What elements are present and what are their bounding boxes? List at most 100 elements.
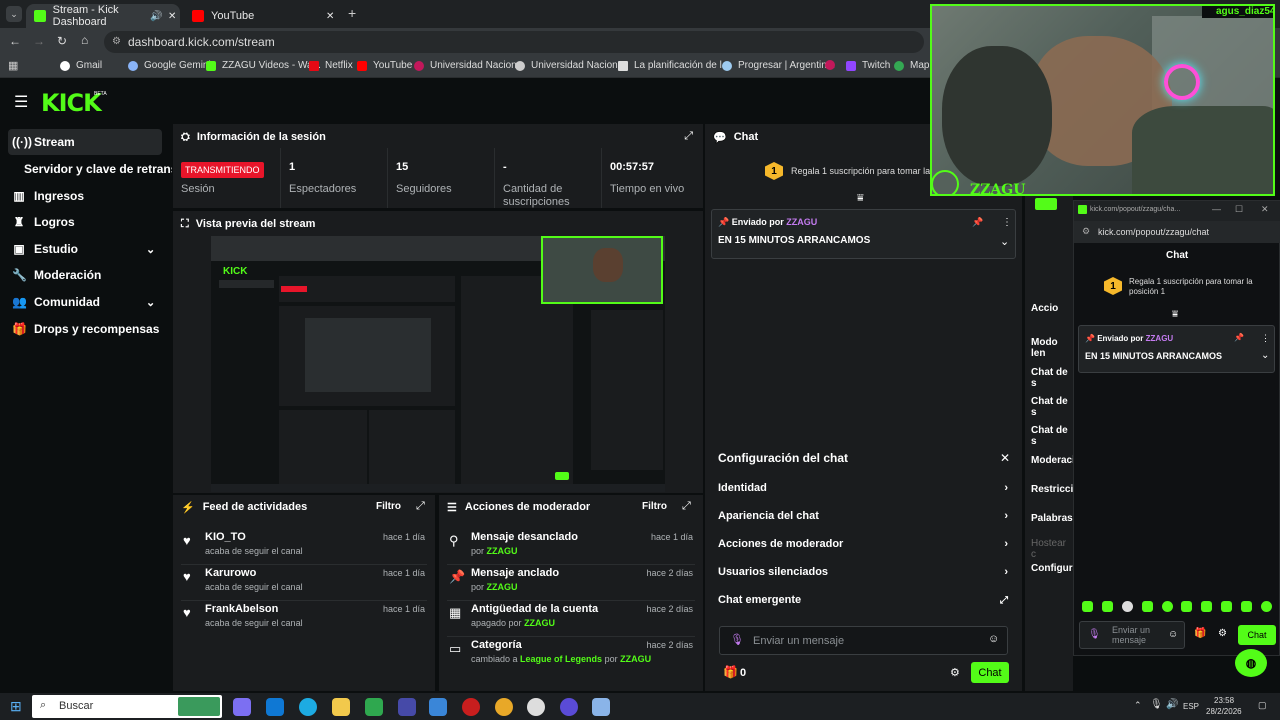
discord-like-icon[interactable] (560, 698, 578, 716)
store-icon[interactable] (429, 698, 447, 716)
config-item-identidad[interactable]: Identidad › (718, 478, 1008, 498)
action-item[interactable]: Configura (1031, 563, 1078, 574)
gift-icon[interactable]: 🎁 (723, 665, 738, 679)
sidebar-item-estudio[interactable]: ▣ Estudio ⌄ (8, 236, 162, 262)
close-tab-icon[interactable]: ✕ (326, 11, 334, 22)
site-info-icon[interactable]: ⚙ (112, 31, 121, 53)
outlook-icon[interactable] (266, 698, 284, 716)
bookmark-unla-2[interactable]: Universidad Nacion... (515, 60, 626, 71)
floating-help-button[interactable]: ◍ (1235, 649, 1267, 677)
apps-icon[interactable]: ▦ (8, 59, 18, 72)
notification-icon[interactable]: ▢ (1258, 700, 1267, 711)
url-field[interactable]: ⚙ dashboard.kick.com/stream (104, 31, 924, 53)
windows-start-icon[interactable]: ⊞ (10, 698, 22, 715)
action-item[interactable]: Modo len (1031, 337, 1073, 359)
expand-icon[interactable]: ⤢ (684, 130, 693, 143)
chevron-down-icon[interactable]: ⌄ (1000, 235, 1009, 248)
stream-preview-video[interactable]: KICK (211, 236, 665, 492)
emoji-icon[interactable]: ☺ (988, 633, 999, 645)
green-toggle[interactable] (1035, 198, 1057, 210)
tab-list-button[interactable]: ⌄ (6, 6, 22, 22)
copilot-icon[interactable] (233, 698, 251, 716)
settings-icon[interactable]: ⚙ (950, 666, 960, 679)
emote-icon[interactable] (1101, 601, 1113, 612)
sidebar-item-drops[interactable]: 🎁 Drops y recompensas (8, 316, 162, 342)
kick-logo[interactable]: KICK (41, 89, 102, 117)
obs-icon[interactable] (527, 698, 545, 716)
gift-subs-banner[interactable]: 1 Regala 1 suscripción para tomar la (765, 162, 930, 180)
emote-icon[interactable] (1181, 601, 1193, 612)
mic-icon[interactable]: 🎙 (1088, 629, 1101, 640)
mic-tray-icon[interactable]: 🎙 (1150, 699, 1163, 710)
bookmark-progresar[interactable]: Progresar | Argentin... (722, 60, 835, 71)
config-item-silenciados[interactable]: Usuarios silenciados › (718, 562, 1008, 582)
clock-time[interactable]: 23:58 (1214, 696, 1234, 705)
tray-chevron-icon[interactable]: ⌃ (1134, 700, 1142, 711)
popout-url-bar[interactable]: ⚙ kick.com/popout/zzagu/chat (1074, 221, 1280, 243)
xbox-icon[interactable] (365, 698, 383, 716)
pin-list-icon[interactable]: ⩸ (857, 192, 864, 205)
bookmark-zzagu[interactable]: ZZAGU Videos - Wa... (206, 60, 321, 71)
reload-icon[interactable]: ↻ (57, 34, 67, 48)
clock-date[interactable]: 28/2/2026 (1206, 707, 1242, 716)
filter-button[interactable]: Filtro (376, 501, 401, 512)
close-tab-icon[interactable]: ✕ (168, 11, 176, 22)
pin-icon[interactable]: 📌 (1234, 333, 1244, 342)
home-icon[interactable]: ⌂ (81, 33, 88, 47)
bookmark-maps[interactable]: Map (894, 60, 929, 71)
close-icon[interactable]: ✕ (1000, 451, 1010, 465)
bookmark-youtube[interactable]: YouTube (357, 60, 412, 71)
send-chat-button[interactable]: Chat (971, 662, 1009, 683)
config-item-acciones[interactable]: Acciones de moderador › (718, 534, 1008, 554)
minimize-icon[interactable]: — (1212, 204, 1221, 214)
send-chat-button[interactable]: Chat (1238, 625, 1276, 645)
sidebar-item-moderacion[interactable]: 🔧 Moderación (8, 262, 162, 288)
expand-icon[interactable]: ⤢ (416, 500, 425, 513)
emote-icon[interactable] (1241, 601, 1252, 612)
mic-icon[interactable]: 🎙 (730, 633, 744, 646)
emote-bar[interactable] (1082, 601, 1272, 615)
volume-icon[interactable]: 🔊 (1166, 699, 1178, 710)
menu-icon[interactable]: ☰ (14, 92, 28, 112)
pinned-user[interactable]: ZZAGU (786, 217, 817, 227)
more-icon[interactable]: ⋮ (1002, 217, 1012, 228)
pin-icon[interactable]: 📌 (972, 217, 983, 228)
follower-name[interactable]: Karurowo (205, 567, 256, 579)
sidebar-item-ingresos[interactable]: ▥ Ingresos (8, 183, 162, 209)
sidebar-item-logros[interactable]: ♜ Logros (8, 209, 162, 235)
sidebar-item-server-key[interactable]: Servidor y clave de retransm (20, 156, 172, 182)
chat-input[interactable]: 🎙 Enviar un mensaje ☺ (1079, 621, 1185, 649)
new-tab-button[interactable]: + (348, 5, 356, 21)
bookmark-university-3[interactable] (825, 60, 841, 70)
emote-icon[interactable] (1221, 601, 1233, 612)
follower-name[interactable]: FrankAbelson (205, 603, 278, 615)
chevron-down-icon[interactable]: ⌄ (1261, 350, 1269, 361)
bookmark-planificacion[interactable]: La planificación de l... (618, 60, 730, 71)
chrome-icon[interactable] (495, 698, 513, 716)
more-icon[interactable]: ⋮ (1261, 333, 1270, 344)
tab-youtube[interactable]: YouTube ✕ (184, 4, 340, 28)
emote-icon[interactable] (1260, 601, 1272, 612)
action-item[interactable]: Chat de s (1031, 367, 1073, 389)
sidebar-item-stream[interactable]: ((·)) Stream (8, 129, 162, 155)
gift-subs-banner[interactable]: 1 Regala 1 suscripción para tomar la pos… (1104, 277, 1254, 297)
action-item[interactable]: Chat de s (1031, 396, 1073, 418)
action-item[interactable]: Moderaci (1031, 455, 1075, 466)
pin-list-icon[interactable]: ⩸ (1172, 309, 1178, 320)
close-icon[interactable]: ✕ (1261, 204, 1269, 215)
tab-audio-icon[interactable]: 🔊 (150, 11, 162, 22)
edge-icon[interactable] (299, 698, 317, 716)
action-item[interactable]: Palabras (1031, 513, 1073, 524)
action-item[interactable]: Restricci (1031, 484, 1073, 495)
bookmark-gmail[interactable]: Gmail (60, 60, 102, 71)
chat-input[interactable]: 🎙 Enviar un mensaje ☺ (719, 626, 1008, 655)
emote-icon[interactable] (1141, 601, 1153, 612)
bookmark-twitch[interactable]: Twitch (846, 60, 890, 71)
settings-icon[interactable]: ⚙ (1218, 628, 1227, 639)
language-indicator[interactable]: ESP (1183, 702, 1199, 711)
taskbar-search[interactable]: ⌕ Buscar (32, 695, 222, 718)
config-item-apariencia[interactable]: Apariencia del chat › (718, 506, 1008, 526)
app-blue-icon[interactable] (592, 698, 610, 716)
config-item-emergente[interactable]: Chat emergente ⤢ (718, 590, 1008, 610)
sidebar-item-comunidad[interactable]: 👥 Comunidad ⌄ (8, 289, 162, 315)
